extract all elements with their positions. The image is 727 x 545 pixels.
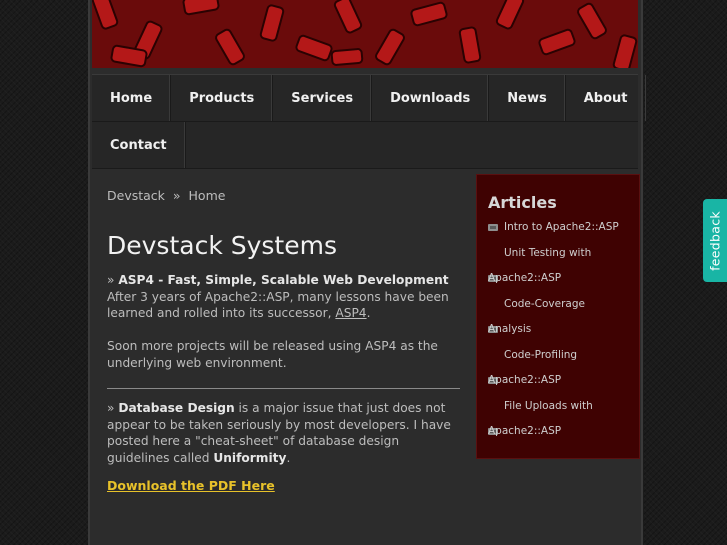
nav-services[interactable]: Services (273, 75, 373, 121)
asp4-link[interactable]: ASP4 (335, 306, 366, 320)
article-item-continued[interactable]: Apache2::ASP (477, 372, 639, 398)
breadcrumb-site-link[interactable]: Devstack (107, 188, 165, 203)
article-label-line2: Apache2::ASP (488, 425, 562, 437)
article-item-continued[interactable]: Apache2::ASP (477, 270, 639, 296)
asp4-followup: Soon more projects will be released usin… (107, 339, 438, 370)
asp4-body: After 3 years of Apache2::ASP, many less… (107, 289, 449, 321)
article-item-continued[interactable]: Apache2::ASP (477, 423, 639, 449)
article-label: Intro to Apache2::ASP (504, 221, 619, 233)
banner-pattern (92, 0, 638, 68)
page-title: Devstack Systems (107, 230, 337, 260)
nav-row-1: Home Products Services Downloads News Ab… (92, 75, 647, 122)
feedback-label: feedback (707, 210, 723, 271)
breadcrumb: Devstack » Home (107, 188, 225, 203)
database-design-section: » Database Design is a major issue that … (107, 400, 462, 466)
article-label-line2: Apache2::ASP (488, 272, 562, 284)
article-item-continued[interactable]: Analysis (477, 321, 639, 347)
breadcrumb-separator: » (172, 188, 181, 203)
asp4-intro: » ASP4 - Fast, Simple, Scalable Web Deve… (107, 272, 462, 322)
asp4-body-end: . (366, 306, 371, 320)
database-design-heading: Database Design (118, 401, 235, 415)
main-navigation: Home Products Services Downloads News Ab… (92, 74, 647, 169)
database-design-end: . (286, 450, 291, 465)
section-marker: » (107, 401, 115, 415)
nav-contact[interactable]: Contact (92, 122, 186, 168)
articles-title: Articles (488, 193, 557, 212)
article-label: Code-Profiling (504, 348, 578, 361)
article-item[interactable]: Unit Testing with (477, 245, 639, 271)
article-item[interactable]: Code-Profiling (477, 347, 639, 373)
article-item[interactable]: File Uploads with (477, 398, 639, 424)
article-label-line2: Analysis (488, 323, 532, 335)
breadcrumb-current: Home (188, 188, 226, 203)
main-area: Devstack » Home Devstack Systems » ASP4 … (92, 172, 640, 545)
article-label-line2: Apache2::ASP (488, 374, 562, 386)
feedback-tab[interactable]: feedback (703, 199, 727, 282)
asp4-heading: ASP4 - Fast, Simple, Scalable Web Develo… (118, 273, 449, 287)
nav-products[interactable]: Products (171, 75, 274, 121)
article-label: Unit Testing with (504, 246, 592, 259)
nav-downloads[interactable]: Downloads (372, 75, 490, 121)
uniformity-term: Uniformity (213, 450, 287, 465)
nav-about[interactable]: About (566, 75, 647, 121)
article-item[interactable]: Code-Coverage (477, 296, 639, 322)
article-label: File Uploads with (504, 399, 593, 412)
section-marker: » (107, 273, 115, 287)
nav-row-2: Contact (92, 122, 638, 169)
download-pdf-link[interactable]: Download the PDF Here (107, 478, 275, 493)
articles-list: Intro to Apache2::ASP Unit Testing with … (477, 219, 639, 449)
section-divider (107, 388, 460, 389)
article-icon (488, 224, 498, 231)
nav-home[interactable]: Home (92, 75, 172, 121)
article-label: Code-Coverage (504, 297, 585, 310)
article-item[interactable]: Intro to Apache2::ASP (477, 219, 639, 245)
header-banner (92, 0, 638, 68)
page-container: Home Products Services Downloads News Ab… (88, 0, 647, 545)
articles-sidebar: Articles Intro to Apache2::ASP Unit Test… (476, 174, 640, 459)
nav-news[interactable]: News (489, 75, 566, 121)
